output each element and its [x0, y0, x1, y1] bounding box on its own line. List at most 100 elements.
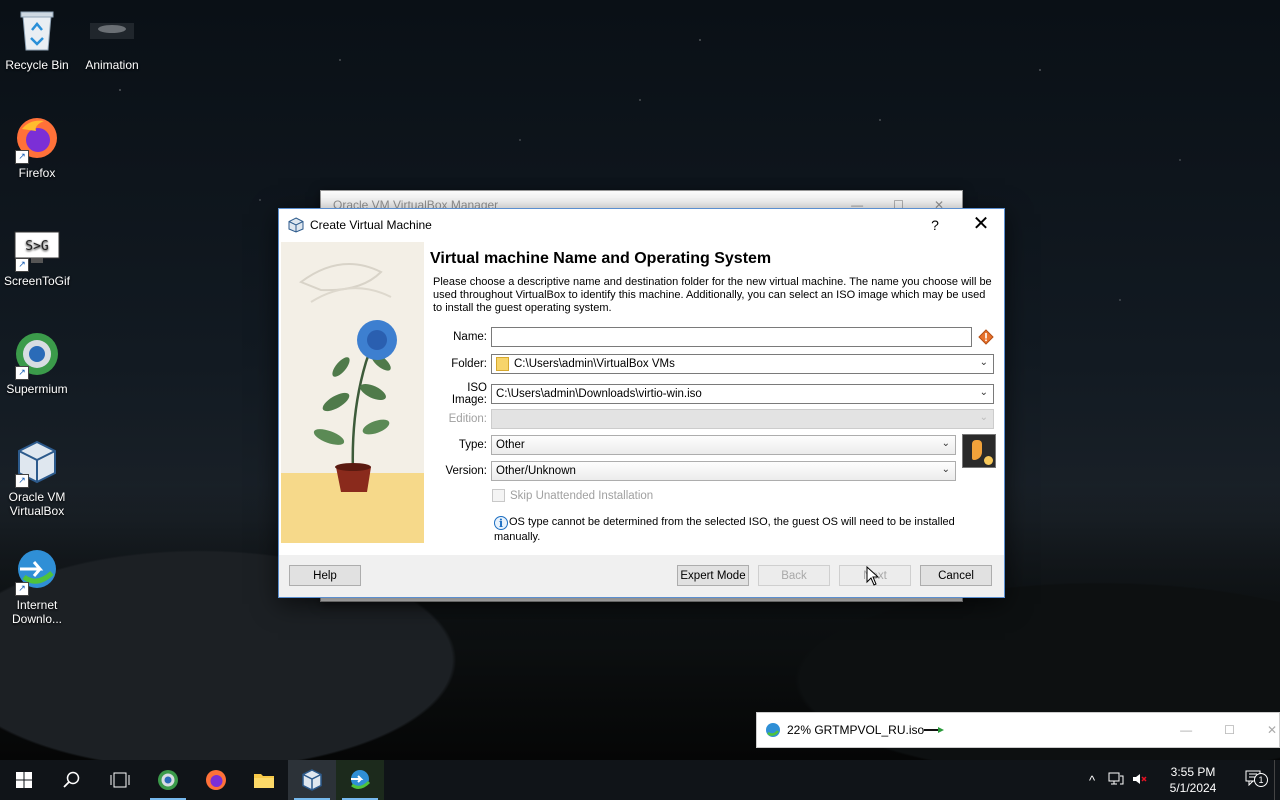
desktop-icon-firefox[interactable]: ↗ Firefox	[0, 114, 77, 180]
screentogif-icon: S>G ↗	[13, 222, 61, 272]
download-arrow-icon	[924, 727, 945, 733]
wizard-content: Virtual machine Name and Operating Syste…	[430, 240, 996, 315]
animation-file-icon	[88, 6, 136, 54]
chevron-down-icon[interactable]: ⌄	[942, 438, 950, 449]
wizard-illustration	[281, 242, 424, 543]
name-label: Name:	[453, 331, 487, 343]
folder-row: Folder: C:\Users\admin\VirtualBox VMs ⌄	[430, 354, 994, 374]
desktop-icon-recycle-bin[interactable]: Recycle Bin	[0, 6, 77, 72]
chevron-down-icon[interactable]: ⌄	[980, 357, 988, 368]
info-icon: i	[494, 516, 508, 530]
chevron-down-icon[interactable]: ⌄	[980, 387, 988, 398]
svg-text:S>G: S>G	[25, 239, 49, 254]
virtualbox-icon	[302, 769, 322, 791]
iso-row: ISO Image: C:\Users\admin\Downloads\virt…	[430, 382, 994, 406]
download-progress-window[interactable]: 22% GRTMPVOL_RU.iso — ☐ ✕	[756, 712, 1280, 748]
desktop-icon-label: Supermium	[6, 382, 68, 396]
search-icon	[63, 771, 80, 788]
system-tray: ^ 3:55 PM 5/1/2024 1	[1080, 760, 1280, 800]
mouse-cursor-icon	[866, 566, 880, 586]
create-vm-dialog[interactable]: Create Virtual Machine ? ✕ Virtual machi…	[278, 208, 1005, 598]
firefox-icon	[206, 770, 226, 790]
chevron-down-icon: ⌄	[979, 412, 988, 423]
notification-count-badge: 1	[1254, 772, 1268, 787]
dialog-titlebar: Create Virtual Machine ? ✕	[279, 209, 1004, 240]
cancel-button[interactable]: Cancel	[920, 565, 992, 586]
firefox-icon: ↗	[13, 114, 61, 164]
folder-icon	[496, 357, 509, 371]
version-value: Other/Unknown	[496, 465, 576, 477]
type-label: Type:	[458, 439, 487, 451]
iso-label: ISO Image:	[451, 382, 487, 406]
page-description: Please choose a descriptive name and des…	[433, 276, 992, 314]
minimize-button[interactable]: —	[1180, 723, 1192, 737]
version-row: Version: Other/Unknown ⌄	[430, 461, 956, 481]
desktop-icon-virtualbox[interactable]: ↗ Oracle VM VirtualBox	[0, 438, 77, 518]
taskbar-app-supermium[interactable]	[144, 760, 192, 800]
clock-time: 3:55 PM	[1170, 765, 1216, 779]
task-view-button[interactable]	[96, 760, 144, 800]
edition-combobox: ⌄	[491, 409, 994, 429]
iso-value: C:\Users\admin\Downloads\virtio-win.iso	[496, 388, 702, 400]
os-type-icon	[962, 434, 996, 468]
dialog-body: Virtual machine Name and Operating Syste…	[279, 240, 1004, 555]
desktop-icon-screentogif[interactable]: S>G ↗ ScreenToGif	[0, 222, 77, 288]
version-combobox[interactable]: Other/Unknown ⌄	[491, 461, 956, 481]
skip-unattended-checkbox: Skip Unattended Installation	[492, 489, 653, 502]
search-button[interactable]	[48, 760, 96, 800]
taskbar-app-internet-download-manager[interactable]	[336, 760, 384, 800]
folder-value: C:\Users\admin\VirtualBox VMs	[514, 358, 675, 370]
chevron-down-icon[interactable]: ⌄	[942, 464, 950, 475]
iso-image-combobox[interactable]: C:\Users\admin\Downloads\virtio-win.iso …	[491, 384, 994, 404]
taskbar-app-file-explorer[interactable]	[240, 760, 288, 800]
internet-download-manager-icon	[766, 723, 780, 737]
expert-mode-button[interactable]: Expert Mode	[677, 565, 749, 586]
virtualbox-icon	[288, 216, 304, 233]
taskbar-app-virtualbox[interactable]	[288, 760, 336, 800]
type-row: Type: Other ⌄	[430, 435, 956, 455]
version-label: Version:	[445, 465, 487, 477]
desktop-icon-label: Oracle VM VirtualBox	[8, 490, 66, 518]
desktop-icon-animation[interactable]: Animation	[72, 6, 152, 72]
show-desktop-button[interactable]	[1274, 760, 1280, 800]
desktop-icon-idm[interactable]: ↗ Internet Downlo...	[0, 546, 77, 626]
close-button[interactable]: ✕	[958, 209, 1004, 240]
type-value: Other	[496, 439, 525, 451]
internet-download-manager-icon: ↗	[13, 546, 61, 596]
help-button[interactable]: Help	[289, 565, 361, 586]
checkbox-box	[492, 489, 505, 502]
info-message: i OS type cannot be determined from the s…	[494, 515, 974, 544]
back-button: Back	[758, 565, 830, 586]
maximize-button[interactable]: ☐	[1224, 723, 1235, 737]
network-icon[interactable]	[1104, 772, 1128, 789]
name-input[interactable]	[491, 327, 972, 347]
action-center-button[interactable]: 1	[1234, 770, 1274, 791]
chevron-up-icon[interactable]: ^	[1080, 773, 1104, 788]
edition-label: Edition:	[448, 413, 487, 425]
info-message-text: OS type cannot be determined from the se…	[494, 516, 955, 543]
volume-muted-icon[interactable]	[1128, 772, 1152, 789]
desktop-icon-label: Animation	[85, 58, 139, 72]
skip-unattended-label: Skip Unattended Installation	[510, 489, 654, 502]
desktop-icon-label: Internet Downlo...	[11, 598, 63, 626]
close-button[interactable]: ✕	[1267, 723, 1277, 737]
clock[interactable]: 3:55 PM 5/1/2024	[1158, 764, 1228, 796]
context-help-button[interactable]: ?	[912, 217, 958, 233]
name-row: Name:	[430, 327, 994, 347]
taskbar-app-firefox[interactable]	[192, 760, 240, 800]
start-button[interactable]	[0, 760, 48, 800]
page-heading: Virtual machine Name and Operating Syste…	[430, 250, 772, 267]
supermium-icon: ↗	[13, 330, 61, 380]
dialog-button-bar: Help Expert Mode Back Next Cancel	[279, 555, 1004, 597]
recycle-bin-icon	[13, 6, 61, 54]
plant-illustration	[298, 263, 397, 492]
desktop-icon-label: Recycle Bin	[5, 58, 69, 72]
clock-date: 5/1/2024	[1169, 781, 1217, 795]
folder-icon	[254, 774, 274, 788]
folder-combobox[interactable]: C:\Users\admin\VirtualBox VMs ⌄	[491, 354, 994, 374]
desktop-icon-supermium[interactable]: ↗ Supermium	[0, 330, 77, 396]
edition-row: Edition: ⌄	[430, 409, 994, 429]
type-combobox[interactable]: Other ⌄	[491, 435, 956, 455]
dialog-title: Create Virtual Machine	[310, 217, 432, 232]
windows-logo-icon	[16, 772, 32, 788]
